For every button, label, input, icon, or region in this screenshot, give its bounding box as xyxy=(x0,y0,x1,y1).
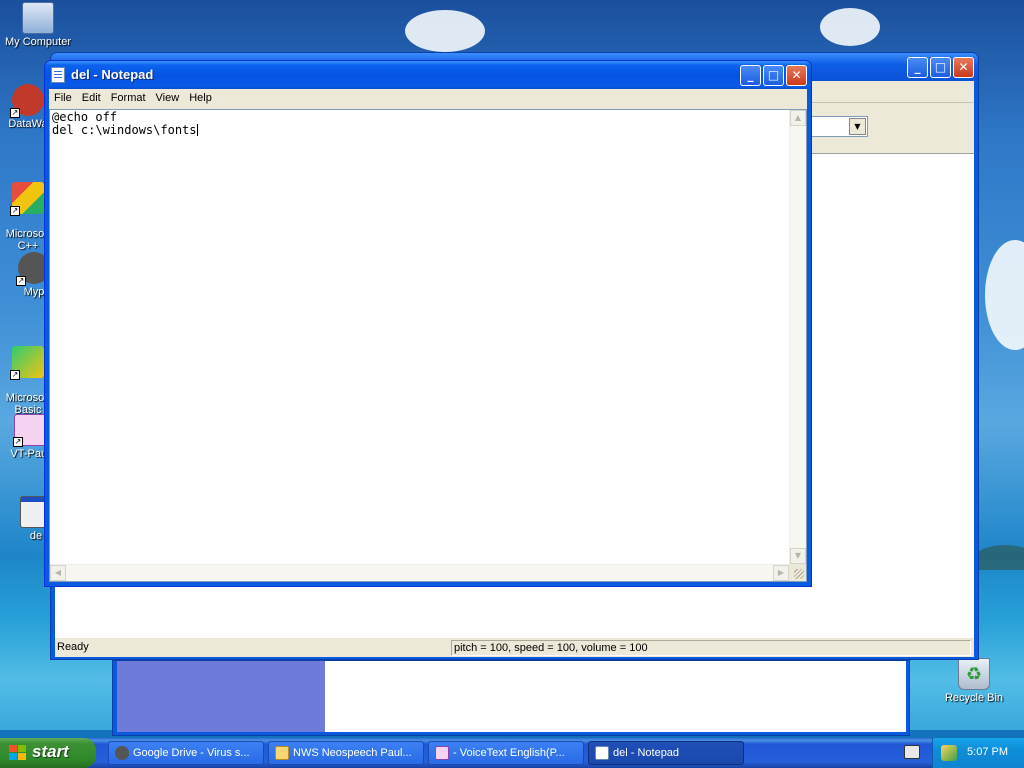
wallpaper-island xyxy=(975,545,1024,570)
scroll-down-button[interactable]: ▼ xyxy=(790,548,806,564)
wallpaper-cloud xyxy=(820,8,880,46)
menu-format[interactable]: Format xyxy=(106,89,151,109)
background-window-content xyxy=(325,661,906,732)
chevron-down-icon[interactable]: ▼ xyxy=(849,118,866,135)
menu-edit[interactable]: Edit xyxy=(77,89,106,109)
wallpaper-cloud xyxy=(985,240,1024,350)
wallpaper-cloud xyxy=(405,10,485,52)
network-icon[interactable] xyxy=(941,745,957,761)
menu-help[interactable]: Help xyxy=(184,89,217,109)
scroll-right-button[interactable]: ▶ xyxy=(773,565,789,581)
voicetext-shortcut-icon: ↗ xyxy=(13,414,46,447)
start-button[interactable]: start xyxy=(0,738,96,768)
voicetext-statusbar: Ready pitch = 100, speed = 100, volume =… xyxy=(55,637,974,657)
computer-icon xyxy=(22,2,54,34)
desktop-icon-my-computer[interactable]: My Computer xyxy=(2,2,74,48)
voice-select[interactable]: ▼ xyxy=(808,116,868,137)
taskbar-item-label: NWS Neospeech Paul... xyxy=(293,747,412,759)
scroll-left-button[interactable]: ◀ xyxy=(50,565,66,581)
window-title: del - Notepad xyxy=(71,67,154,82)
folder-icon xyxy=(275,746,289,760)
background-window-side-panel xyxy=(117,661,325,732)
close-button[interactable]: ✕ xyxy=(786,65,807,86)
desktop-icon-label: Recycle Bin xyxy=(944,692,1004,704)
keyboard-icon[interactable] xyxy=(904,745,920,759)
horizontal-scrollbar[interactable]: ◀ ▶ xyxy=(50,564,789,581)
system-tray: 5:07 PM xyxy=(932,738,1024,768)
minimize-button[interactable]: _ xyxy=(907,57,928,78)
resize-grip-icon[interactable] xyxy=(789,564,806,581)
editor-line: del c:\windows\fonts xyxy=(52,123,197,137)
close-button[interactable]: ✕ xyxy=(953,57,974,78)
taskbar-item-label: del - Notepad xyxy=(613,747,680,759)
status-speech-params: pitch = 100, speed = 100, volume = 100 xyxy=(451,640,971,656)
notepad-editor[interactable]: @echo off del c:\windows\fonts ▲ ▼ ◀ ▶ xyxy=(49,109,807,582)
desktop-icon-label: My Computer xyxy=(4,36,72,48)
menu-view[interactable]: View xyxy=(151,89,185,109)
notepad-icon xyxy=(595,746,609,760)
menu-file[interactable]: File xyxy=(49,89,77,109)
start-label: start xyxy=(32,742,69,761)
browser-app-icon xyxy=(115,746,129,760)
maximize-button[interactable]: □ xyxy=(763,65,784,86)
visual-cpp-icon: ↗ xyxy=(10,182,44,216)
taskbar-item-voicetext[interactable]: - VoiceText English(P... xyxy=(428,741,584,765)
status-ready: Ready xyxy=(57,641,89,653)
visual-basic-icon: ↗ xyxy=(10,346,44,380)
voicetext-app-icon xyxy=(435,746,449,760)
text-caret xyxy=(196,124,198,136)
taskbar-item-notepad[interactable]: del - Notepad xyxy=(588,741,744,765)
taskbar-item-label: - VoiceText English(P... xyxy=(453,747,565,759)
scroll-up-button[interactable]: ▲ xyxy=(790,110,806,126)
taskbar-item-label: Google Drive - Virus s... xyxy=(133,747,250,759)
editor-text[interactable]: @echo off del c:\windows\fonts xyxy=(52,111,786,563)
notepad-titlebar[interactable]: del - Notepad _ □ ✕ xyxy=(45,61,811,89)
taskbar-item-google-drive[interactable]: Google Drive - Virus s... xyxy=(108,741,264,765)
notepad-icon xyxy=(51,67,65,83)
recycle-bin-icon: ♻ xyxy=(958,658,990,690)
editor-line-with-caret: del c:\windows\fonts xyxy=(52,124,786,137)
taskbar-item-nws-neospeech[interactable]: NWS Neospeech Paul... xyxy=(268,741,424,765)
minimize-button[interactable]: _ xyxy=(740,65,761,86)
notepad-window[interactable]: del - Notepad _ □ ✕ File Edit Format View He… xyxy=(44,60,812,587)
maximize-button[interactable]: □ xyxy=(930,57,951,78)
background-window[interactable] xyxy=(112,660,910,736)
vertical-scrollbar[interactable]: ▲ ▼ xyxy=(789,110,806,564)
datawa-app-icon: ↗ xyxy=(10,84,44,118)
clock[interactable]: 5:07 PM xyxy=(967,746,1008,758)
taskbar: start Google Drive - Virus s... NWS Neos… xyxy=(0,738,1024,768)
desktop-icon-recycle-bin[interactable]: ♻ Recycle Bin xyxy=(938,658,1010,704)
windows-logo-icon xyxy=(9,745,27,761)
notepad-menubar: File Edit Format View Help xyxy=(49,89,807,109)
